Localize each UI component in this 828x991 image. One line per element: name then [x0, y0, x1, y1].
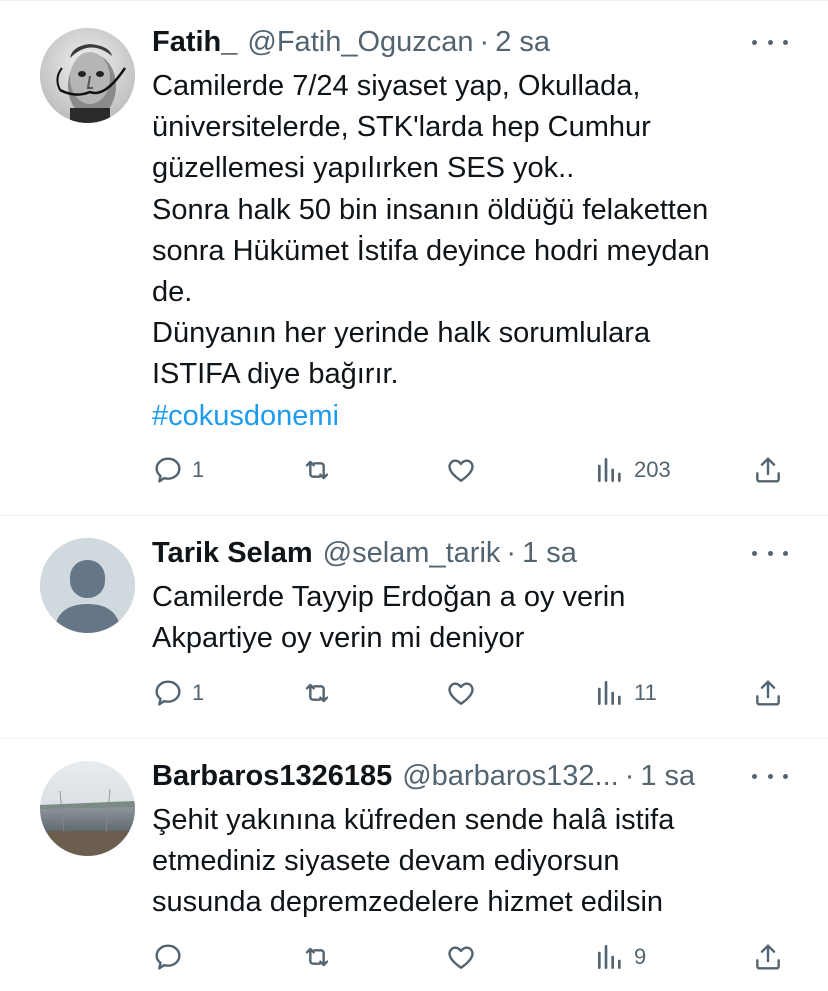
avatar[interactable]	[40, 28, 135, 123]
retweet-button[interactable]	[300, 454, 342, 486]
user-handle[interactable]: @barbaros132...	[402, 760, 618, 793]
tweet-text-line: de.	[152, 276, 193, 309]
display-name[interactable]: Tarik Selam	[152, 537, 313, 570]
reply-icon	[155, 944, 181, 970]
more-options-icon[interactable]	[752, 764, 788, 788]
more-options-icon[interactable]	[752, 30, 788, 54]
like-button[interactable]	[444, 677, 486, 709]
heart-icon	[448, 459, 474, 482]
views-button[interactable]: 9	[594, 941, 646, 973]
views-count: 203	[634, 457, 671, 482]
tweet-text-line: Camilerde 7/24 siyaset yap, Okullada,	[152, 70, 641, 102]
display-name[interactable]: Fatih_	[152, 26, 237, 59]
reply-button[interactable]	[152, 941, 192, 973]
retweet-icon	[305, 683, 329, 703]
portrait-avatar-image	[40, 28, 135, 123]
tweet-text-line: etmediniz siyasete devam ediyorsun	[152, 845, 620, 878]
tweet-text-line: Akpartiye oy verin mi deniyor	[152, 622, 525, 655]
user-handle[interactable]: @selam_tarik	[323, 537, 501, 570]
separator-dot: ·	[624, 759, 635, 792]
tweet-text-line: Camilerde Tayyip Erdoğan a oy verin	[152, 581, 626, 613]
hashtag-link[interactable]: #cokusdonemi	[152, 396, 802, 437]
timestamp[interactable]: 1 sa	[640, 760, 695, 793]
tweet-text-line: Şehit yakınına küfreden sende halâ istif…	[152, 804, 675, 836]
tweet-divider	[0, 515, 828, 516]
tweet-divider	[0, 738, 828, 739]
tweet-text-line: ISTIFA diye bağırır.	[152, 358, 399, 391]
tweet-text: Camilerde Tayyip Erdoğan a oy verin Akpa…	[152, 577, 802, 659]
separator-dot: ·	[479, 25, 490, 58]
tweet-header: Barbaros1326185 @barbaros132... · 1 sa	[152, 758, 695, 794]
reply-count: 1	[192, 680, 205, 705]
tweet-actions: 9	[0, 937, 828, 977]
share-icon	[756, 680, 780, 706]
tweet-text-line: Dünyanın her yerinde halk sorumlulara	[152, 317, 651, 350]
tweet-text-line: sonra Hükümet İstifa deyince hodri meyda…	[152, 234, 710, 267]
share-button[interactable]	[752, 941, 784, 973]
default-avatar-image	[40, 538, 135, 633]
like-button[interactable]	[444, 454, 486, 486]
timestamp[interactable]: 2 sa	[495, 26, 550, 59]
share-button[interactable]	[752, 454, 784, 486]
separator-dot: ·	[506, 536, 517, 569]
heart-icon	[448, 946, 474, 969]
tweet-text-line: güzellemesi yapılırken SES yok..	[152, 152, 575, 185]
avatar[interactable]	[40, 538, 135, 633]
retweet-button[interactable]	[300, 677, 342, 709]
landscape-avatar-image	[40, 761, 135, 856]
share-icon	[756, 457, 780, 483]
reply-button[interactable]: 1	[152, 677, 204, 709]
retweet-icon	[305, 460, 329, 480]
views-button[interactable]: 11	[594, 677, 657, 709]
views-count: 9	[634, 944, 647, 969]
reply-icon	[155, 680, 181, 706]
display-name[interactable]: Barbaros1326185	[152, 760, 392, 793]
heart-icon	[448, 682, 474, 705]
tweet-text-line: Sonra halk 50 bin insanın öldüğü felaket…	[152, 193, 709, 226]
reply-icon	[155, 457, 181, 483]
views-icon	[598, 945, 621, 969]
views-count: 11	[634, 680, 657, 705]
tweet-text-line: susunda depremzedelere hizmet edilsin	[152, 886, 664, 919]
share-icon	[756, 944, 780, 970]
reply-count: 1	[192, 457, 205, 482]
views-icon	[598, 458, 621, 482]
views-icon	[598, 681, 621, 705]
tweet-text: Şehit yakınına küfreden sende halâ istif…	[152, 800, 802, 924]
timestamp[interactable]: 1 sa	[522, 537, 577, 570]
tweet-header: Fatih_ @Fatih_Oguzcan · 2 sa	[152, 24, 550, 60]
views-button[interactable]: 203	[594, 454, 671, 486]
tweet-header: Tarik Selam @selam_tarik · 1 sa	[152, 535, 577, 571]
top-divider	[0, 0, 828, 1]
retweet-icon	[305, 947, 329, 967]
tweet-text-line: üniversitelerde, STK'larda hep Cumhur	[152, 111, 651, 144]
tweet-actions: 1 11	[0, 673, 828, 713]
reply-button[interactable]: 1	[152, 454, 204, 486]
user-handle[interactable]: @Fatih_Oguzcan	[247, 26, 473, 59]
retweet-button[interactable]	[300, 941, 342, 973]
tweet-actions: 1 203	[0, 450, 828, 490]
like-button[interactable]	[444, 941, 486, 973]
more-options-icon[interactable]	[752, 541, 788, 565]
share-button[interactable]	[752, 677, 784, 709]
avatar[interactable]	[40, 761, 135, 856]
tweet-text: Camilerde 7/24 siyaset yap, Okullada, ün…	[152, 66, 802, 437]
